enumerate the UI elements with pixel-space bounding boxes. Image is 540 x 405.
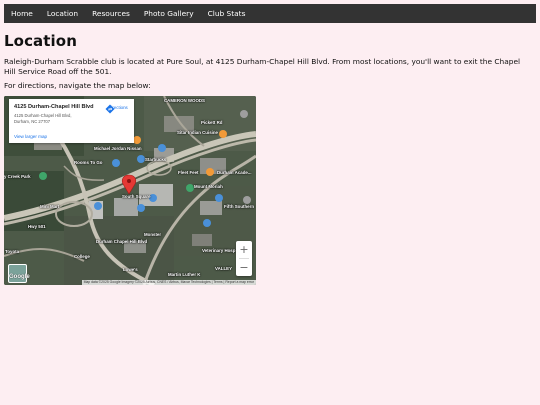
- map-attribution: Map data ©2025 Google Imagery ©2025 Airb…: [81, 280, 256, 285]
- map-label: Lowe's: [123, 267, 138, 272]
- map-label: y Creek Park: [4, 174, 31, 179]
- google-logo: Google: [9, 274, 30, 280]
- view-larger-map-link[interactable]: View larger map: [14, 134, 47, 139]
- map-label: Monster: [144, 232, 162, 237]
- nav-home-link[interactable]: Home: [4, 4, 40, 23]
- directions-button[interactable]: Directions: [105, 104, 131, 114]
- poi-blue-marker: [137, 204, 145, 212]
- map-label: Durham Chapel Hill Blvd: [96, 239, 148, 244]
- poi-blue-marker: [215, 194, 223, 202]
- map-label: Veterinary Hosp: [202, 248, 236, 253]
- poi-gray-marker: [240, 110, 248, 118]
- poi-orange-marker: [206, 168, 214, 176]
- zoom-controls: + −: [236, 241, 252, 276]
- map-label: Mount Moriah: [194, 184, 223, 189]
- page-title: Location: [4, 32, 77, 50]
- poi-orange-marker: [133, 136, 141, 144]
- poi-blue-marker: [203, 219, 211, 227]
- map-label: Mini Mart: [40, 204, 60, 209]
- poi-blue-marker: [112, 159, 120, 167]
- map-label: Martin Luther K: [168, 272, 201, 277]
- directions-icon: [105, 104, 115, 114]
- nav-location-link[interactable]: Location: [40, 4, 85, 23]
- intro-paragraph: Raleigh-Durham Scrabble club is located …: [4, 57, 521, 76]
- nav-club-stats-link[interactable]: Club Stats: [201, 4, 253, 23]
- map-label: Fifth Southern: [224, 204, 254, 209]
- map-label: Durham Acade...: [217, 170, 252, 175]
- place-title: 4125 Durham-Chapel Hill Blvd: [14, 104, 94, 110]
- map-label: Pickett Rd: [201, 120, 223, 125]
- nav-photo-gallery-link[interactable]: Photo Gallery: [137, 4, 201, 23]
- map-label: VALLEY: [215, 266, 232, 271]
- map-label: Hwy 501: [28, 224, 46, 229]
- directions-instruction: For directions, navigate the map below:: [4, 81, 151, 90]
- address-line-1: 4125 Durham-Chapel Hill Blvd,: [14, 113, 72, 118]
- poi-green-marker: [186, 184, 194, 192]
- poi-green-marker: [39, 172, 47, 180]
- map-label: Fleet Feet: [178, 170, 199, 175]
- embedded-map[interactable]: CAMERON WOODS Pickett Rd Sitar Indian Cu…: [4, 96, 256, 285]
- poi-gray-marker: [243, 196, 251, 204]
- poi-blue-marker: [137, 155, 145, 163]
- zoom-in-button[interactable]: +: [236, 241, 252, 258]
- place-address: 4125 Durham-Chapel Hill Blvd, Durham, NC…: [14, 113, 84, 124]
- map-label: College: [74, 254, 90, 259]
- zoom-out-button[interactable]: −: [236, 259, 252, 276]
- poi-blue-marker: [158, 144, 166, 152]
- top-navbar: Home Location Resources Photo Gallery Cl…: [4, 4, 536, 23]
- map-label: South Square: [122, 194, 151, 199]
- map-label: Starbucks: [145, 157, 167, 162]
- place-info-card: 4125 Durham-Chapel Hill Blvd 4125 Durham…: [9, 99, 134, 143]
- address-line-2: Durham, NC 27707: [14, 118, 51, 124]
- nav-resources-link[interactable]: Resources: [85, 4, 137, 23]
- map-label: Sitar Indian Cuisine: [177, 130, 218, 135]
- map-label: CAMERON WOODS: [164, 98, 205, 103]
- map-label: Toyota: [5, 249, 20, 254]
- poi-blue-marker: [94, 202, 102, 210]
- map-label: Rooms To Go: [74, 160, 103, 165]
- map-label: Michael Jordan Nissan: [94, 146, 142, 151]
- poi-orange-marker: [219, 130, 227, 138]
